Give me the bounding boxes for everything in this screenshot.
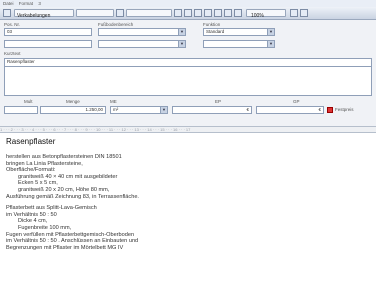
doc-line: im Verhältnis 50 : 50	[6, 211, 57, 218]
extra-dropdown[interactable]: ▼	[98, 40, 186, 48]
toolbar-field[interactable]	[126, 9, 172, 17]
function-dropdown[interactable]: Standard ▼	[203, 28, 275, 36]
doc-line: granitweiß 40 × 40 cm mit ausgebildeter	[18, 173, 118, 180]
doc-line: Fugen verfüllen mit Pflasterbettgemisch-…	[6, 231, 135, 238]
shorttext-input[interactable]: Rasenpflaster	[4, 58, 372, 66]
unit-value: m²	[113, 107, 119, 112]
ruler: 1 · · · 2 · · · 3 · · · 4 · · · 5 · · · …	[0, 126, 376, 133]
extra-dropdown[interactable]: ▼	[203, 40, 275, 48]
chevron-down-icon: ▼	[178, 41, 185, 47]
toolbar-icon[interactable]	[194, 9, 202, 17]
pos-input[interactable]: 03	[4, 28, 92, 36]
toolbar-icon[interactable]	[234, 9, 242, 17]
doc-line: Oberfläche/Formati:	[6, 167, 56, 174]
gp-currency: €	[318, 107, 321, 112]
doc-line: Ecken 5 x 5 cm,	[18, 180, 58, 187]
toolbar-dropdown-label: Verkabelungen	[17, 13, 51, 19]
doc-line: granitweiß 20 x 20 cm, Höhe 80 mm,	[18, 186, 110, 193]
toolbar-icon[interactable]	[3, 9, 11, 17]
doc-title: Rasenpflaster	[6, 137, 56, 146]
toolbar-icon[interactable]	[116, 9, 124, 17]
menu-tab[interactable]: 3	[38, 1, 41, 6]
toolbar-icon[interactable]	[290, 9, 298, 17]
chevron-down-icon: ▼	[267, 41, 274, 47]
field2-dropdown[interactable]: ▼	[98, 28, 186, 36]
menu-tab[interactable]: Format	[19, 1, 33, 6]
toolbar-icon[interactable]	[214, 9, 222, 17]
doc-line: Dicke 4 cm,	[18, 218, 48, 225]
zoom-value: 100%	[251, 13, 264, 19]
extra-field[interactable]	[4, 40, 92, 48]
gp-input[interactable]: €	[256, 106, 324, 114]
toolbar-icon[interactable]	[300, 9, 308, 17]
unit-label: ME	[110, 99, 117, 104]
gp-label: GP	[293, 99, 300, 104]
doc-line: Begrenzungen mit Pflaster im Mörtelbett …	[6, 244, 124, 251]
chevron-down-icon: ▼	[178, 29, 185, 35]
shorttext-label: Kurztext	[4, 51, 21, 56]
doc-line: Ausführung gemäß Zeichnung 83, in Terras…	[6, 193, 139, 200]
doc-line: herstellen aus Betonpflastersteinen DIN …	[6, 154, 122, 160]
fixed-price-label: Festpreis	[335, 107, 354, 112]
ruler-ticks: 1 · · · 2 · · · 3 · · · 4 · · · 5 · · · …	[0, 127, 191, 132]
unit-dropdown[interactable]: m² ▼	[110, 106, 168, 114]
mult-input[interactable]	[4, 106, 38, 114]
toolbar-dropdown[interactable]: Verkabelungen	[14, 9, 74, 19]
doc-line: Pflasterbett aus Splitt-Lava-Gemisch	[6, 205, 97, 212]
doc-body: herstellen aus Betonpflastersteinen DIN …	[6, 154, 366, 251]
mult-label: Mult	[24, 99, 33, 104]
toolbar-icon[interactable]	[224, 9, 232, 17]
chevron-down-icon: ▼	[160, 107, 167, 113]
ep-input[interactable]: €	[172, 106, 252, 114]
ep-label: EP	[215, 99, 222, 104]
longtext-area[interactable]	[4, 66, 372, 96]
title-bar: Datei Format 3	[0, 0, 376, 7]
toolbar-icon[interactable]	[184, 9, 192, 17]
doc-line: Fugenbreite 100 mm,	[18, 224, 72, 231]
zoom-dropdown[interactable]: 100%	[246, 9, 286, 19]
menu-tab[interactable]: Datei	[3, 1, 14, 6]
toolbar-icon[interactable]	[204, 9, 212, 17]
chevron-down-icon: ▼	[267, 29, 274, 35]
toolbar: Verkabelungen 100%	[0, 7, 376, 20]
position-form: Pos. Nr. 03 Fußbodenbereich ▼ Funktion S…	[0, 20, 376, 126]
quantity-input[interactable]: 1.250,00	[40, 106, 106, 114]
function-value: Standard	[206, 29, 225, 34]
fixed-price-icon[interactable]	[327, 107, 333, 113]
toolbar-icon[interactable]	[174, 9, 182, 17]
ep-currency: €	[246, 107, 249, 112]
doc-line: bringen La Linia Pflastersteine,	[6, 160, 83, 167]
doc-line: im Verhältnis 50 : 50 . Anschlüssen an E…	[6, 238, 139, 245]
toolbar-field[interactable]	[76, 9, 114, 17]
document-editor[interactable]: Rasenpflaster herstellen aus Betonpflast…	[0, 133, 376, 307]
quantity-label: Menge	[66, 99, 80, 104]
